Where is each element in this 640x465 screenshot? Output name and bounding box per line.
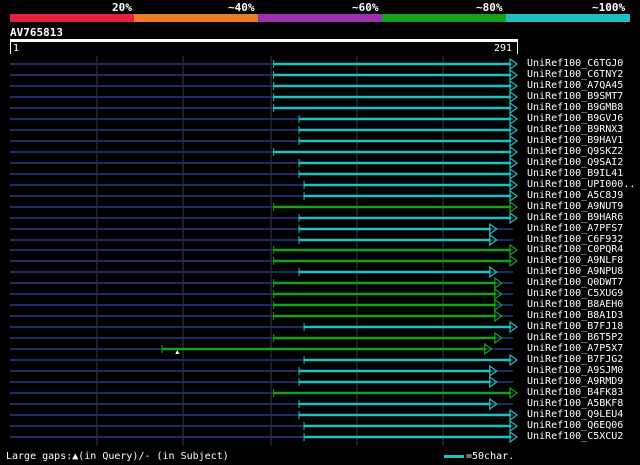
hit-label[interactable]: UniRef100_Q9SAI2: [527, 157, 623, 168]
hit-label[interactable]: UniRef100_A5BKF8: [527, 398, 623, 409]
hit-label[interactable]: UniRef100_C5XCU2: [527, 431, 623, 442]
hit-label[interactable]: UniRef100_C6TGJ0: [527, 58, 623, 69]
hit-label[interactable]: UniRef100_B8A1D3: [527, 310, 623, 321]
query-gap-marker-icon: [175, 350, 180, 354]
hit-label[interactable]: UniRef100_B9HAV1: [527, 135, 623, 146]
hit-label[interactable]: UniRef100_B9GMB8: [527, 102, 623, 113]
hit-label[interactable]: UniRef100_B9RNX3: [527, 124, 623, 135]
hit-label[interactable]: UniRef100_B4FK83: [527, 387, 623, 398]
hit-label[interactable]: UniRef100_B9HAR6: [527, 212, 623, 223]
hit-label[interactable]: UniRef100_B8AEH0: [527, 299, 623, 310]
hit-label[interactable]: UniRef100_A9SJM0: [527, 365, 623, 376]
hit-label[interactable]: UniRef100_A7P5X7: [527, 343, 623, 354]
hit-label[interactable]: UniRef100_A9NLF8: [527, 255, 623, 266]
hit-label[interactable]: UniRef100_A7QA45: [527, 80, 623, 91]
hit-label[interactable]: UniRef100_B6T5P2: [527, 332, 623, 343]
footer-scale-label: =50char.: [466, 451, 515, 462]
hit-label[interactable]: UniRef100_B9GVJ6: [527, 113, 623, 124]
hit-label[interactable]: UniRef100_A9RMD9: [527, 376, 623, 387]
hit-label[interactable]: UniRef100_C6TNY2: [527, 69, 623, 80]
hit-label[interactable]: UniRef100_B9SMT7: [527, 91, 623, 102]
hit-label[interactable]: UniRef100_Q9SKZ2: [527, 146, 623, 157]
hit-label[interactable]: UniRef100_B9IL41: [527, 168, 623, 179]
hit-label[interactable]: UniRef100_A7PFS7: [527, 223, 623, 234]
hit-label[interactable]: UniRef100_C5XUG9: [527, 288, 623, 299]
hit-label[interactable]: UniRef100_Q9LEU4: [527, 409, 623, 420]
hit-label[interactable]: UniRef100_A9NPU8: [527, 266, 623, 277]
hit-label[interactable]: UniRef100_Q0DWT7: [527, 277, 623, 288]
hit-label[interactable]: UniRef100_Q6EQ06: [527, 420, 623, 431]
hit-label[interactable]: UniRef100_A5C8J9: [527, 190, 623, 201]
hit-label[interactable]: UniRef100_B7FJ18: [527, 321, 623, 332]
hit-label[interactable]: UniRef100_B7FJG2: [527, 354, 623, 365]
footer-gaps-legend: Large gaps:▲(in Query)/- (in Subject): [6, 451, 229, 462]
hit-label[interactable]: UniRef100_UPI000..: [527, 179, 635, 190]
footer-scale-bar: [444, 455, 464, 458]
hit-label[interactable]: UniRef100_A9NUT9: [527, 201, 623, 212]
hit-label[interactable]: UniRef100_C0PQR4: [527, 244, 623, 255]
